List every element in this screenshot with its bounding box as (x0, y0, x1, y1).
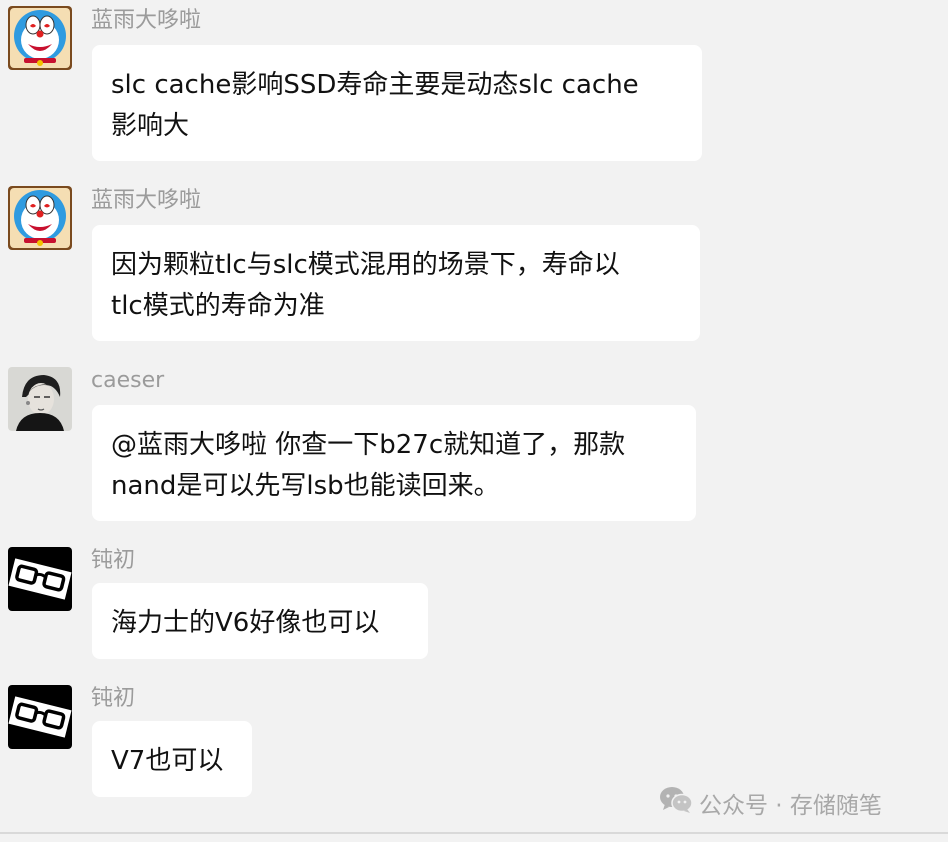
message-text: V7也可以 (111, 746, 224, 776)
message-text: 因为颗粒tlc与slc模式混用的场景下，寿命以 (111, 250, 620, 280)
message-bubble[interactable]: 海力士的V6好像也可以 (92, 583, 428, 659)
message-text: tlc模式的寿命为准 (111, 291, 325, 321)
wechat-icon (659, 786, 693, 820)
message-text: @蓝雨大哆啦 你查一下b27c就知道了，那款 (111, 430, 626, 460)
message-text: slc cache影响SSD寿命主要是动态slc cache (111, 70, 639, 100)
watermark: 公众号 · 存储随笔 (659, 787, 882, 819)
sender-name: 钝初 (91, 686, 136, 711)
message-bubble[interactable]: V7也可以 (92, 721, 252, 797)
doraemon-avatar[interactable] (8, 6, 72, 70)
sender-name: 蓝雨大哆啦 (91, 8, 202, 33)
glasses-avatar[interactable] (8, 547, 72, 611)
doraemon-avatar[interactable] (8, 186, 72, 250)
chat-log: 蓝雨大哆啦 slc cache影响SSD寿命主要是动态slc cache 影响大 (0, 0, 948, 842)
glasses-avatar[interactable] (8, 685, 72, 749)
message-text: nand是可以先写lsb也能读回来。 (111, 471, 500, 501)
divider (0, 832, 948, 834)
message-bubble[interactable]: 因为颗粒tlc与slc模式混用的场景下，寿命以 tlc模式的寿命为准 (92, 225, 700, 341)
message-bubble[interactable]: slc cache影响SSD寿命主要是动态slc cache 影响大 (92, 45, 702, 161)
watermark-text: 公众号 · 存储随笔 (699, 793, 882, 819)
sender-name: caeser (91, 368, 165, 393)
message-text: 海力士的V6好像也可以 (111, 608, 380, 638)
sketch-portrait-avatar[interactable] (8, 367, 72, 431)
message-bubble[interactable]: @蓝雨大哆啦 你查一下b27c就知道了，那款 nand是可以先写lsb也能读回来… (92, 405, 696, 521)
message-text: 影响大 (111, 111, 190, 141)
sender-name: 钝初 (91, 548, 136, 573)
sender-name: 蓝雨大哆啦 (91, 188, 202, 213)
